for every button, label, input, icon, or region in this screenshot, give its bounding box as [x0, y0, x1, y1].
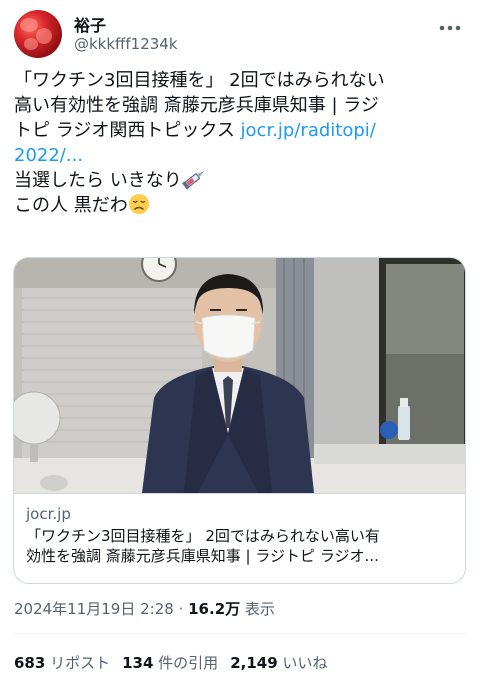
tweet-header: 裕子 @kkkfff1234k	[0, 0, 480, 64]
reposts-label: リポスト	[45, 654, 111, 672]
link-preview-image[interactable]	[14, 258, 465, 493]
meta-separator: ·	[173, 600, 189, 618]
likes-label: いいね	[277, 654, 328, 672]
tweet-text-segment: 当選したら いきなり	[14, 170, 182, 191]
engagement-stats: 683 リポスト 134 件の引用 2,149 いいね	[14, 652, 339, 673]
quotes-stat[interactable]: 134 件の引用	[122, 654, 218, 672]
divider	[14, 633, 466, 634]
link-preview-title-line: 効性を強調 斎藤元彦兵庫県知事 | ラジトピ ラジオ...	[26, 547, 379, 565]
link-preview-title: 「ワクチン3回目接種を」 2回ではみられない高い有 効性を強調 斎藤元彦兵庫県知…	[26, 526, 455, 566]
reposts-count: 683	[14, 654, 46, 672]
user-display-name[interactable]: 裕子	[74, 12, 106, 36]
more-icon	[439, 25, 461, 31]
tweet-text-segment: この人 黒だわ	[14, 195, 128, 216]
link-preview-domain: jocr.jp	[26, 505, 71, 523]
quotes-count: 134	[122, 654, 154, 672]
tweet-link-continued[interactable]: 2022/...	[14, 145, 83, 166]
tweet-timestamp[interactable]: 2024年11月19日 2:28	[14, 600, 174, 618]
tweet-text-line: 「ワクチン3回目接種を」 2回ではみられない	[14, 70, 385, 91]
likes-stat[interactable]: 2,149 いいね	[230, 654, 327, 672]
link-preview-text[interactable]: jocr.jp 「ワクチン3回目接種を」 2回ではみられない高い有 効性を強調 …	[14, 493, 465, 583]
tweet-text-line: この人 黒だわ	[14, 193, 470, 218]
disappointed-face-icon	[128, 194, 149, 214]
avatar[interactable]	[14, 10, 62, 58]
tweet-text: 「ワクチン3回目接種を」 2回ではみられない 高い有効性を強調 斎藤元彦兵庫県知…	[14, 68, 470, 218]
tweet-link[interactable]: jocr.jp/raditopi/	[241, 120, 376, 141]
tweet-metadata: 2024年11月19日 2:28 · 16.2万 表示	[14, 598, 275, 619]
link-preview-title-line: 「ワクチン3回目接種を」 2回ではみられない高い有	[26, 527, 380, 545]
view-count-label: 表示	[240, 600, 275, 618]
quotes-label: 件の引用	[153, 654, 219, 672]
syringe-icon	[181, 171, 204, 190]
tweet-text-line: トピ ラジオ関西トピックス jocr.jp/raditopi/	[14, 118, 470, 143]
user-handle[interactable]: @kkkfff1234k	[74, 35, 178, 53]
tweet-text-line: 2022/...	[14, 143, 470, 168]
tweet-text-line: 高い有効性を強調 斎藤元彦兵庫県知事 | ラジ	[14, 95, 379, 116]
likes-count: 2,149	[230, 654, 278, 672]
tweet-text-line: 当選したら いきなり	[14, 168, 470, 193]
view-count: 16.2万	[188, 600, 241, 618]
more-options-button[interactable]	[432, 14, 468, 42]
tweet-text-segment: トピ ラジオ関西トピックス	[14, 120, 241, 141]
link-preview-card[interactable]: jocr.jp 「ワクチン3回目接種を」 2回ではみられない高い有 効性を強調 …	[13, 257, 466, 584]
reposts-stat[interactable]: 683 リポスト	[14, 654, 110, 672]
